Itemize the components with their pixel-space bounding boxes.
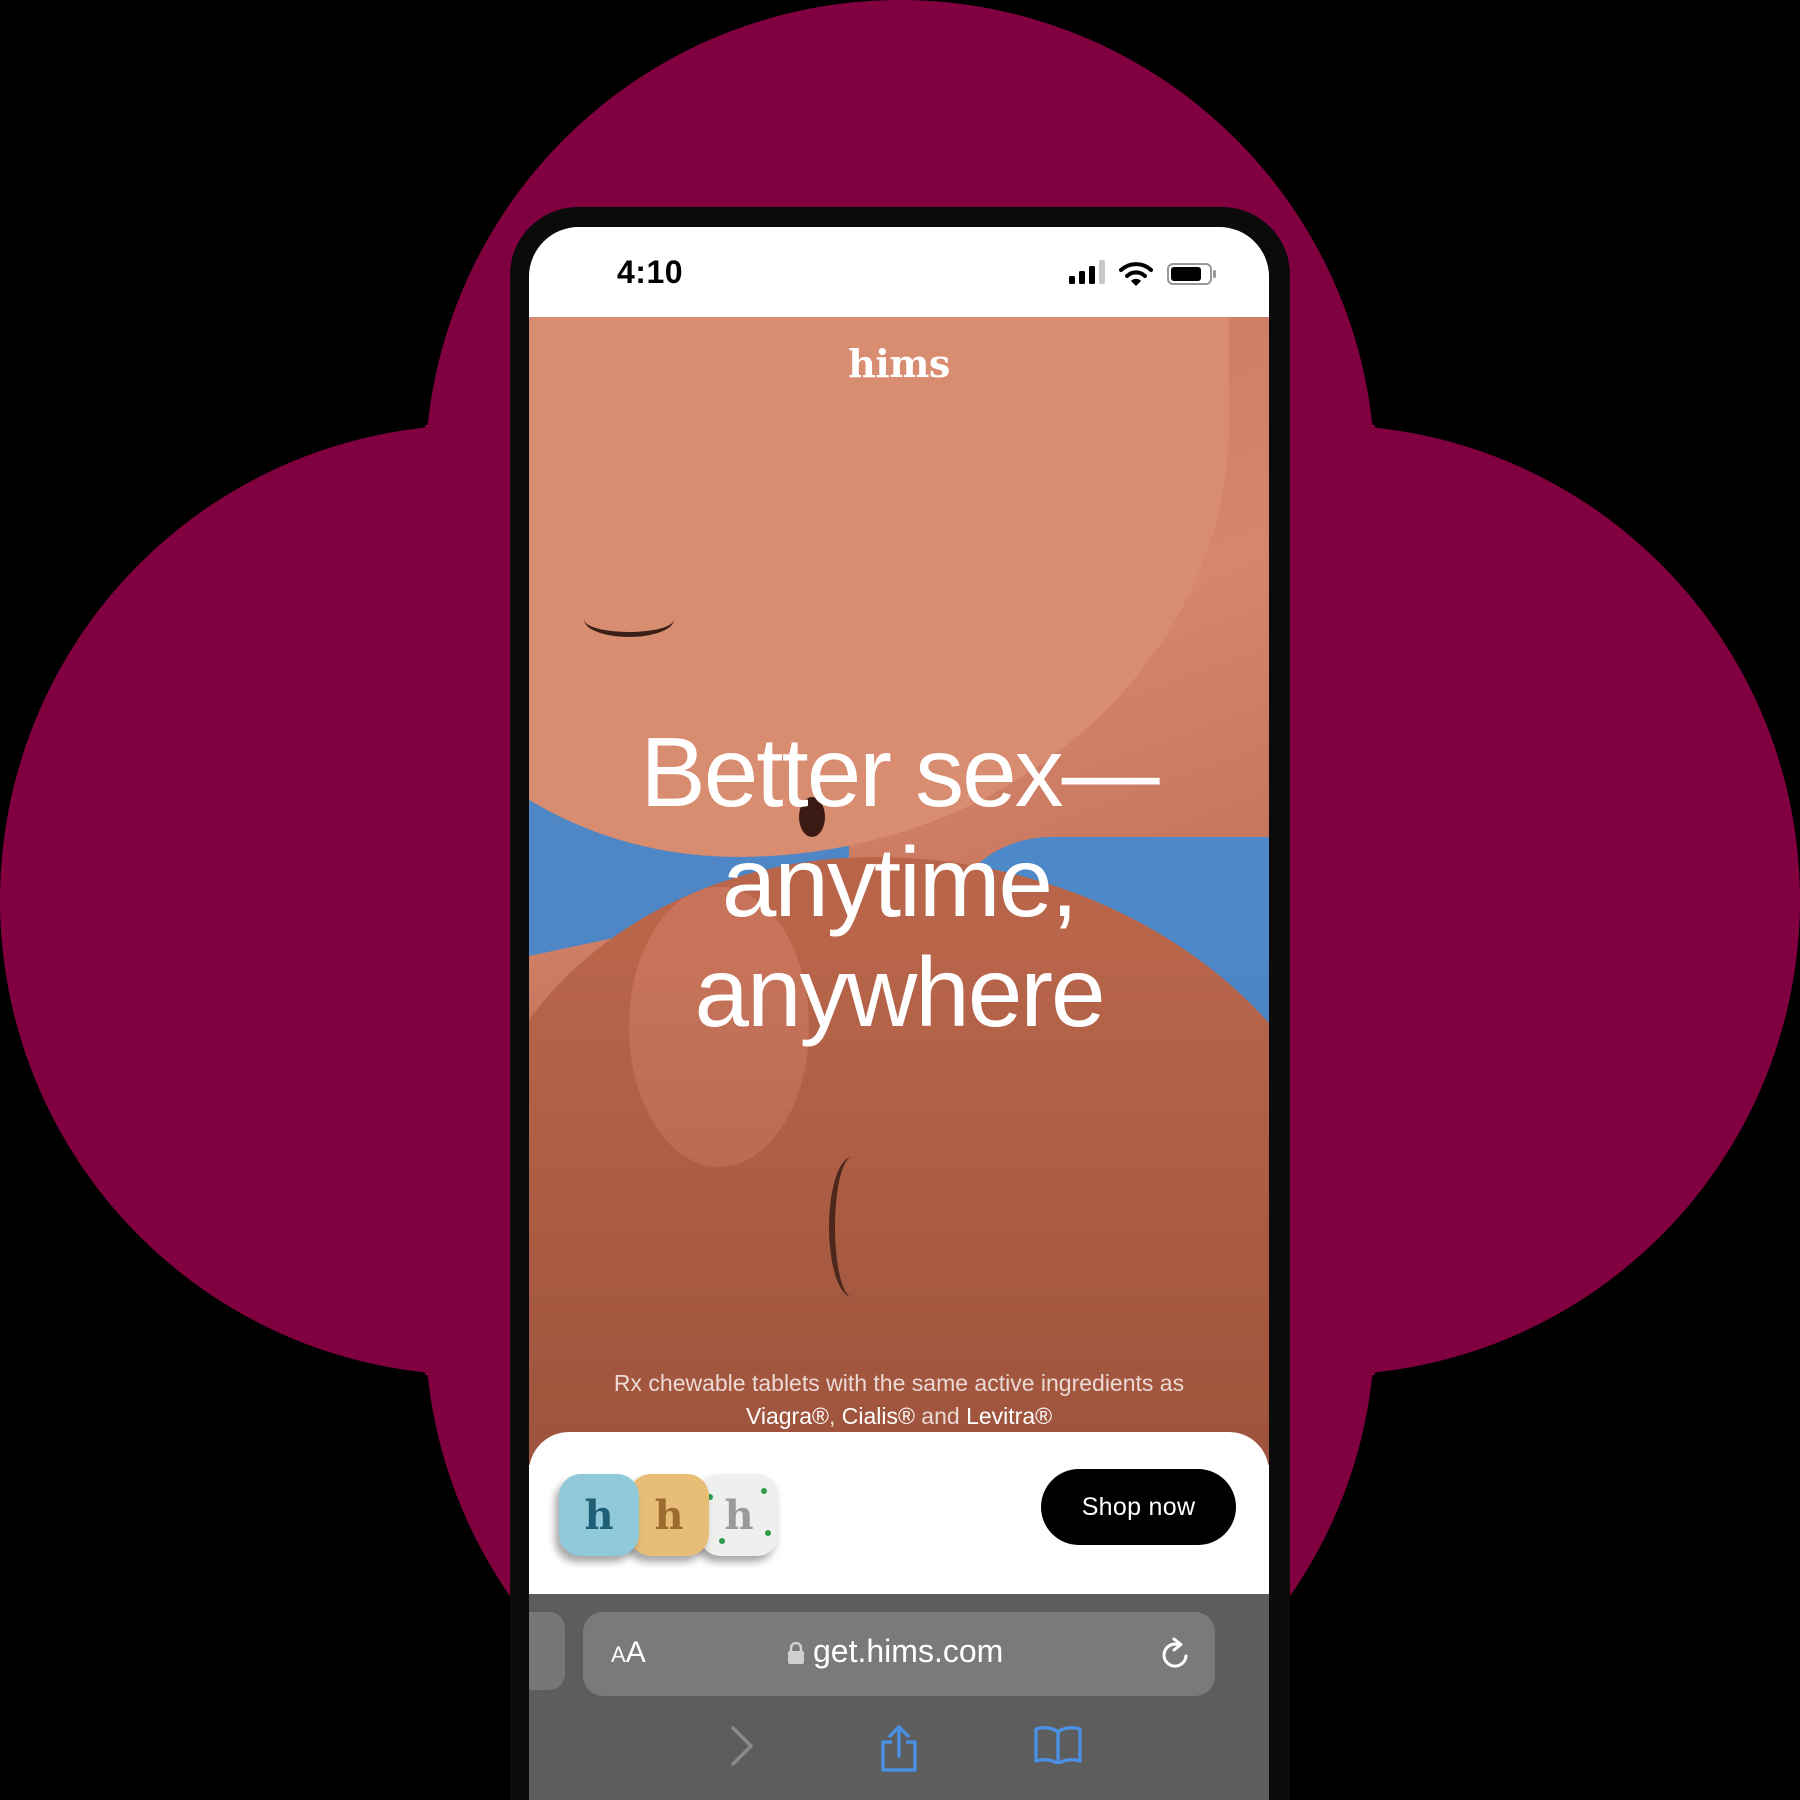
subcopy-line: Rx chewable tablets with the same active… xyxy=(613,1370,1185,1396)
brand-name: Viagra® xyxy=(745,1403,829,1429)
brand-logo[interactable]: hims xyxy=(529,341,1269,386)
text-size-big: A xyxy=(625,1636,646,1669)
headline-line: anywhere xyxy=(694,937,1106,1047)
text-size-button[interactable]: AA xyxy=(611,1636,646,1670)
forward-icon[interactable] xyxy=(729,1724,755,1768)
previous-tab[interactable] xyxy=(529,1612,565,1690)
status-bar: 4:10 xyxy=(529,227,1269,317)
tablet-speck xyxy=(765,1530,771,1536)
browser-chrome: AA get.hims.com xyxy=(529,1594,1269,1800)
wifi-icon xyxy=(1119,262,1153,286)
separator: and xyxy=(914,1403,967,1429)
tablet-gold: h xyxy=(629,1474,709,1556)
phone-screen: 4:10 hims Better sex— anytime, anywhere … xyxy=(529,227,1269,1800)
status-time: 4:10 xyxy=(617,254,684,290)
share-icon[interactable] xyxy=(879,1724,919,1772)
headline-line: Better sex— xyxy=(640,717,1159,827)
brand-name: Cialis® xyxy=(841,1403,915,1429)
bookmarks-icon[interactable] xyxy=(1034,1724,1082,1764)
tablet-white: h xyxy=(699,1474,779,1556)
lock-icon xyxy=(788,1642,804,1664)
hero-subcopy: Rx chewable tablets with the same active… xyxy=(569,1367,1229,1433)
brand-name: Levitra® xyxy=(966,1403,1053,1429)
text-size-small: A xyxy=(611,1642,626,1667)
headline-line: anytime, xyxy=(721,827,1078,937)
hero-headline: Better sex— anytime, anywhere xyxy=(529,717,1269,1047)
tablet-speck xyxy=(761,1488,767,1494)
hero-section: hims Better sex— anytime, anywhere Rx ch… xyxy=(529,317,1269,1465)
subcopy-brands: Viagra®, Cialis® and Levitra® xyxy=(569,1400,1229,1433)
separator: , xyxy=(828,1403,842,1429)
url-text[interactable]: get.hims.com xyxy=(813,1633,1003,1670)
tablet-letter: h xyxy=(724,1491,754,1539)
cta-bar: h h h Shop now xyxy=(529,1432,1269,1604)
address-bar[interactable]: AA get.hims.com xyxy=(583,1612,1215,1696)
phone-frame: 4:10 hims Better sex— anytime, anywhere … xyxy=(510,207,1290,1800)
tablet-blue: h xyxy=(559,1474,639,1556)
reload-icon[interactable] xyxy=(1159,1636,1193,1672)
battery-icon xyxy=(1167,263,1216,285)
tablet-speck xyxy=(719,1538,725,1544)
product-image: h h h xyxy=(559,1466,789,1566)
cellular-signal-icon xyxy=(1069,260,1105,284)
shop-now-button[interactable]: Shop now xyxy=(1041,1469,1236,1545)
